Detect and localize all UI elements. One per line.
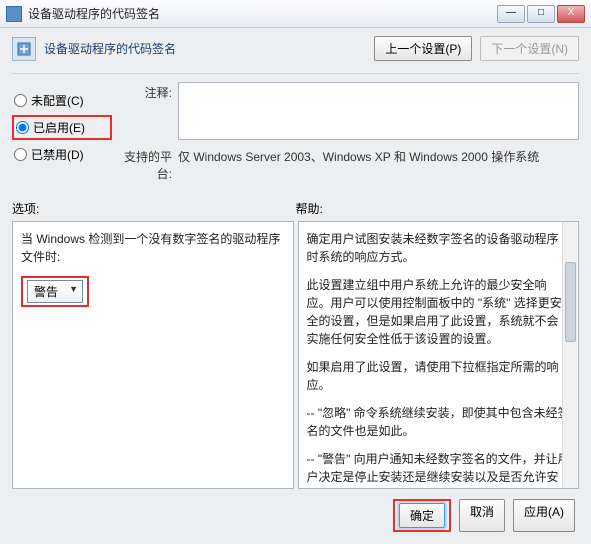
help-p2: 此设置建立组中用户系统上允许的最少安全响应。用户可以使用控制面板中的 "系统" …	[307, 276, 571, 348]
radio-enabled-label: 已启用(E)	[33, 119, 85, 136]
state-radios: 未配置(C) 已启用(E) 已禁用(D)	[12, 82, 112, 188]
comment-label: 注释:	[118, 82, 178, 101]
window-controls: — □ X	[497, 5, 585, 23]
options-text: 当 Windows 检测到一个没有数字签名的驱动程序文件时:	[21, 230, 285, 266]
help-heading: 帮助:	[296, 200, 323, 217]
platform-label: 支持的平台:	[118, 146, 178, 182]
radio-not-configured[interactable]: 未配置(C)	[12, 90, 112, 111]
behavior-select[interactable]: 警告	[27, 280, 83, 303]
help-p5: -- "警告" 向用户通知未经数字签名的文件，并让用户决定是停止安装还是继续安装…	[307, 450, 571, 489]
radio-not-configured-label: 未配置(C)	[31, 92, 84, 109]
ok-label: 确定	[410, 509, 434, 523]
radio-not-configured-input[interactable]	[14, 94, 27, 107]
minimize-button[interactable]: —	[497, 5, 525, 23]
right-form: 注释: 支持的平台: 仅 Windows Server 2003、Windows…	[118, 82, 579, 188]
radio-disabled-input[interactable]	[14, 148, 27, 161]
radio-disabled-label: 已禁用(D)	[31, 146, 84, 163]
radio-enabled[interactable]: 已启用(E)	[12, 115, 112, 140]
cancel-label: 取消	[470, 505, 494, 519]
help-scrollbar[interactable]	[562, 222, 578, 488]
policy-icon	[12, 37, 36, 61]
close-button[interactable]: X	[557, 5, 585, 23]
header-row: 设备驱动程序的代码签名 上一个设置(P) 下一个设置(N)	[12, 36, 579, 61]
ok-highlight: 确定	[393, 499, 451, 532]
behavior-select-value: 警告	[34, 285, 58, 299]
help-p4: -- "忽略" 命令系统继续安装，即使其中包含未经签名的文件也是如此。	[307, 404, 571, 440]
comment-input[interactable]	[178, 82, 579, 140]
help-p1: 确定用户试图安装未经数字签名的设备驱动程序时系统的响应方式。	[307, 230, 571, 266]
ok-button[interactable]: 确定	[399, 503, 445, 528]
radio-enabled-input[interactable]	[16, 121, 29, 134]
radio-disabled[interactable]: 已禁用(D)	[12, 144, 112, 165]
nav-buttons: 上一个设置(P) 下一个设置(N)	[374, 36, 579, 61]
content-area: 设备驱动程序的代码签名 上一个设置(P) 下一个设置(N) 未配置(C) 已启用…	[0, 28, 591, 544]
options-heading: 选项:	[12, 200, 296, 217]
help-body: 确定用户试图安装未经数字签名的设备驱动程序时系统的响应方式。 此设置建立组中用户…	[307, 230, 571, 489]
footer-buttons: 确定 取消 应用(A)	[12, 489, 579, 536]
platform-line: 支持的平台: 仅 Windows Server 2003、Windows XP …	[118, 146, 579, 182]
app-icon	[6, 6, 22, 22]
config-row: 未配置(C) 已启用(E) 已禁用(D) 注释: 支持的平台: 仅 Window…	[12, 82, 579, 188]
next-setting-label: 下一个设置(N)	[491, 42, 568, 56]
help-p3: 如果启用了此设置，请使用下拉框指定所需的响应。	[307, 358, 571, 394]
section-labels: 选项: 帮助:	[12, 200, 579, 217]
apply-button[interactable]: 应用(A)	[513, 499, 575, 532]
maximize-button[interactable]: □	[527, 5, 555, 23]
prev-setting-button[interactable]: 上一个设置(P)	[374, 36, 472, 61]
apply-label: 应用(A)	[524, 505, 564, 519]
window-title: 设备驱动程序的代码签名	[28, 5, 497, 22]
help-scrollbar-thumb[interactable]	[565, 262, 576, 342]
cancel-button[interactable]: 取消	[459, 499, 505, 532]
separator	[12, 73, 579, 74]
panels: 当 Windows 检测到一个没有数字签名的驱动程序文件时: 警告 确定用户试图…	[12, 221, 579, 489]
titlebar: 设备驱动程序的代码签名 — □ X	[0, 0, 591, 28]
prev-setting-label: 上一个设置(P)	[385, 42, 461, 56]
options-panel: 当 Windows 检测到一个没有数字签名的驱动程序文件时: 警告	[12, 221, 294, 489]
comment-line: 注释:	[118, 82, 579, 140]
next-setting-button[interactable]: 下一个设置(N)	[480, 36, 579, 61]
options-select-highlight: 警告	[21, 276, 89, 307]
help-panel: 确定用户试图安装未经数字签名的设备驱动程序时系统的响应方式。 此设置建立组中用户…	[298, 221, 580, 489]
page-title: 设备驱动程序的代码签名	[44, 40, 176, 57]
platform-value: 仅 Windows Server 2003、Windows XP 和 Windo…	[178, 146, 539, 165]
